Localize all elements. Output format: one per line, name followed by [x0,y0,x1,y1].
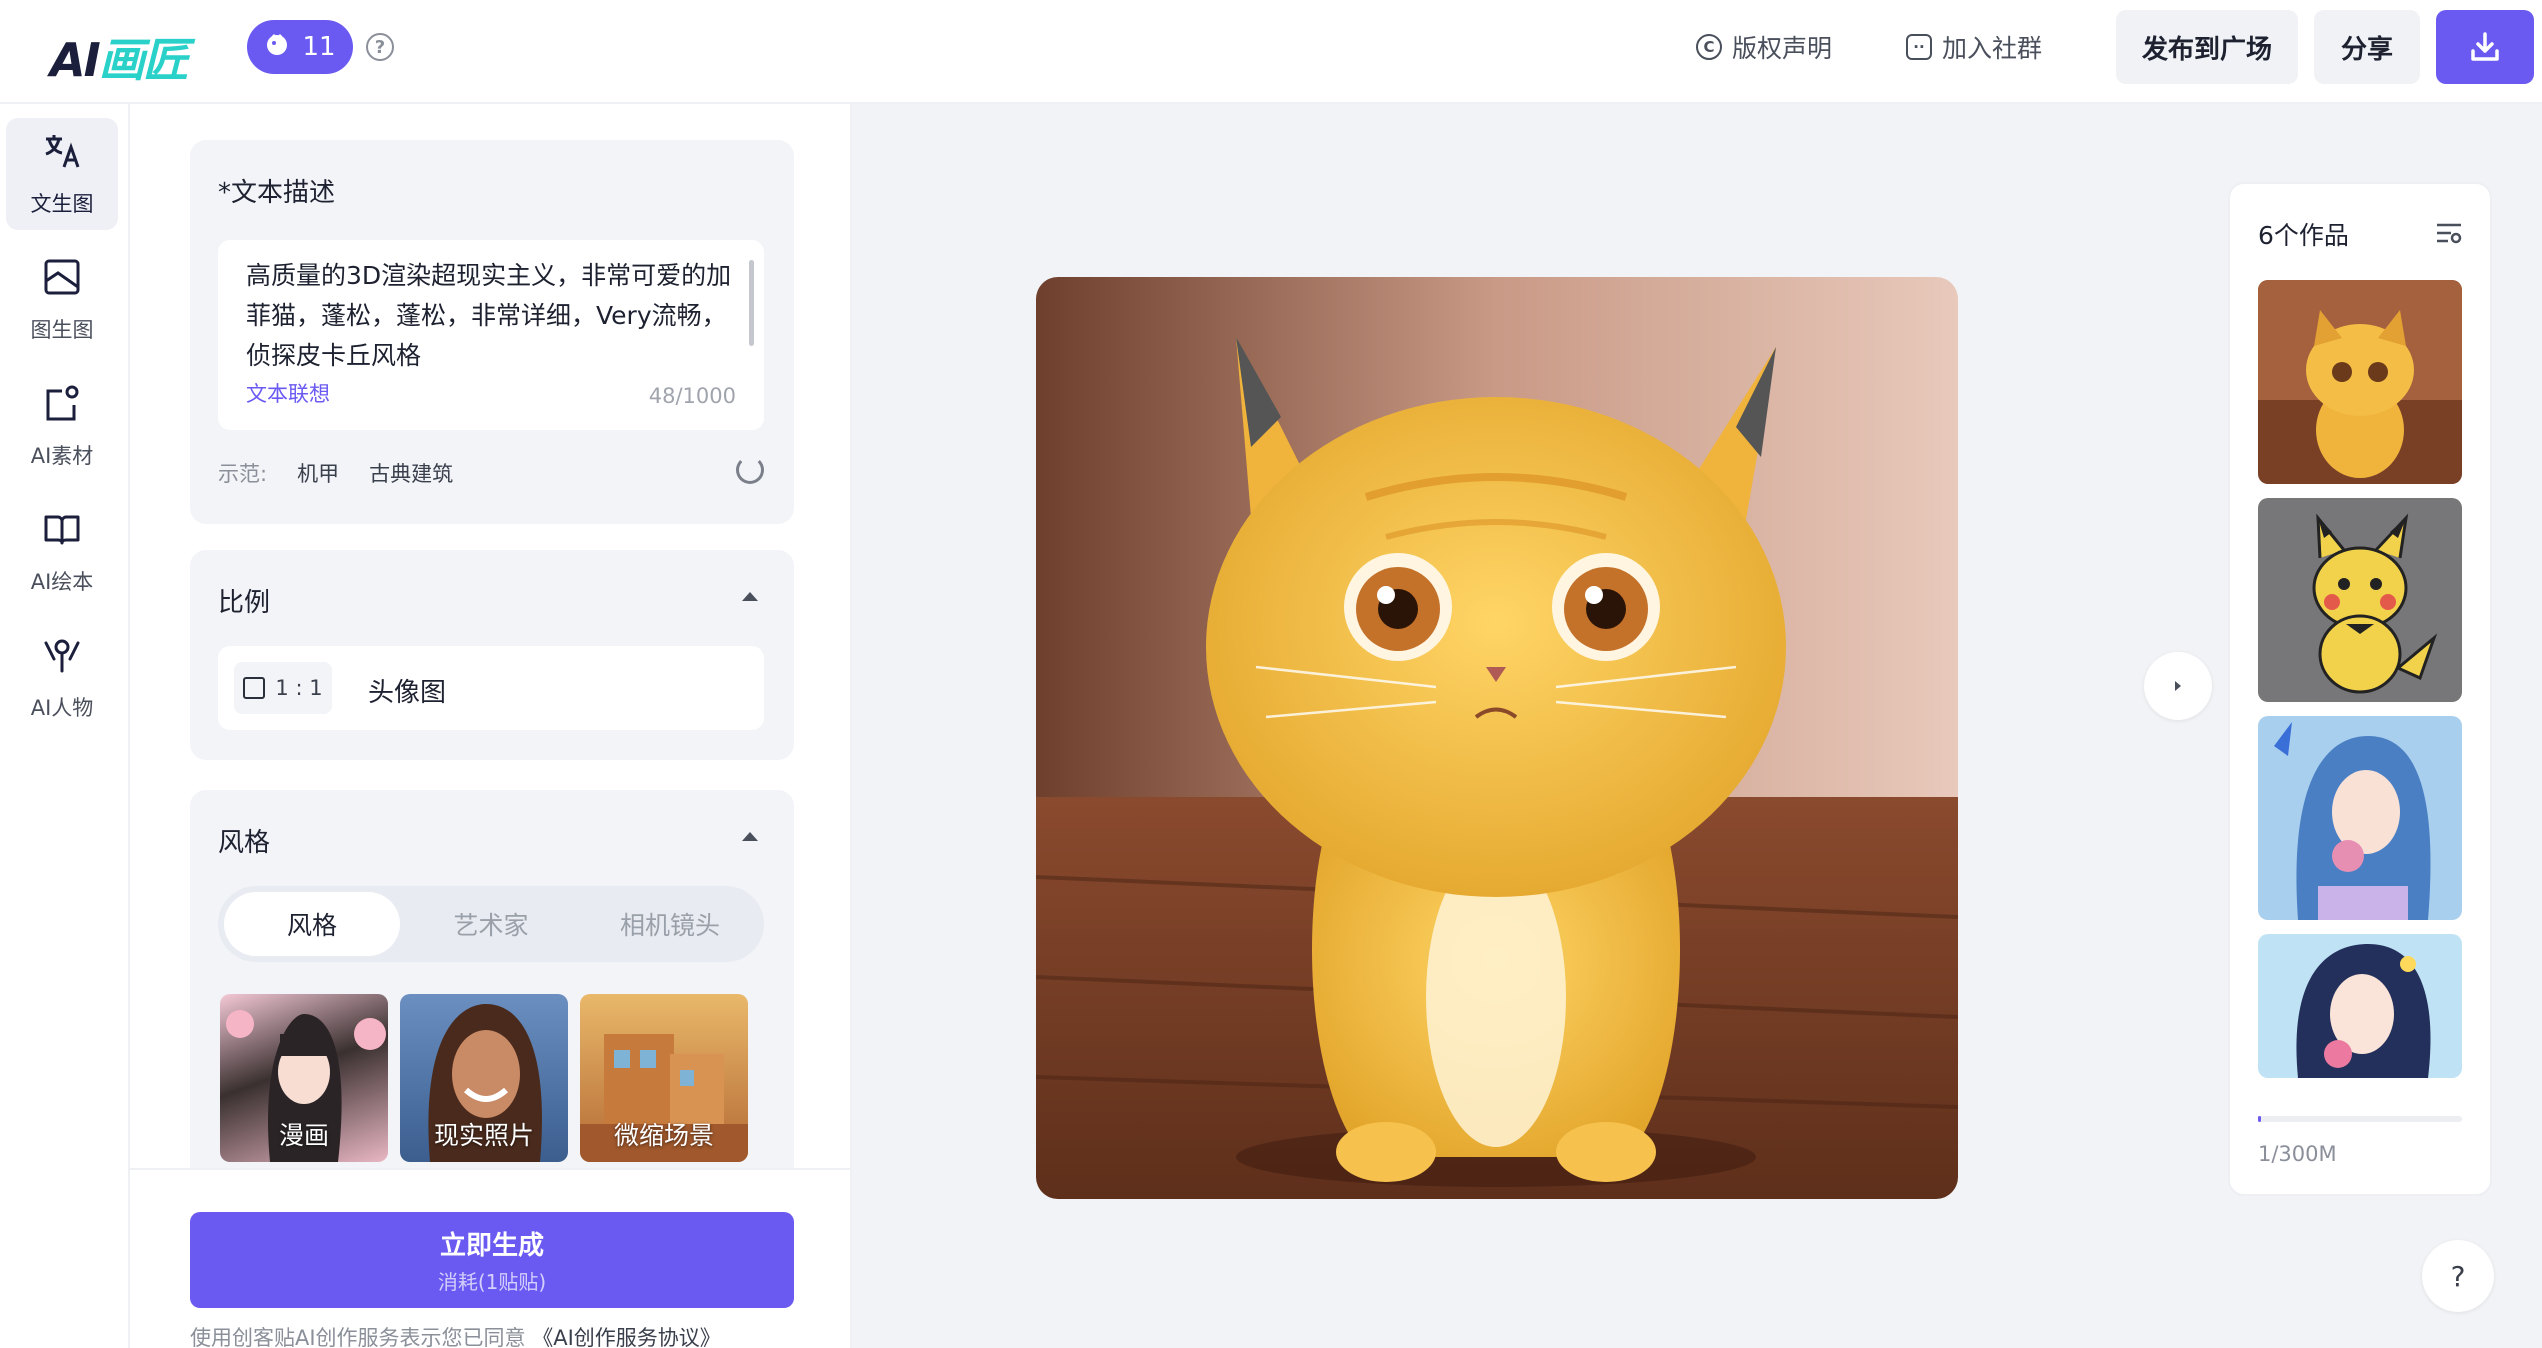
example-prompts: 示范: 机甲 古典建筑 [218,458,453,488]
person-icon [42,635,82,684]
help-button[interactable]: ? [2422,1240,2494,1312]
work-thumbnail-4[interactable] [2258,934,2462,1078]
generated-image[interactable] [1036,277,1958,1199]
rail-label: AI绘本 [30,569,94,594]
rail-item-ai-picture-book[interactable]: AI绘本 [6,496,118,608]
material-icon [42,383,82,432]
download-icon [2471,32,2499,61]
prompt-scrollbar[interactable] [749,260,754,346]
rail-label: 文生图 [30,191,94,216]
prompt-textarea[interactable]: 高质量的3D渲染超现实主义，非常可爱的加菲猫，蓬松，蓬松，非常详细，Very流畅… [218,240,764,430]
work-thumbnail-2[interactable] [2258,498,2462,702]
generate-cost: 消耗(1贴贴) [437,1270,547,1294]
ratio-card: 比例 1 : 1 头像图 [190,550,794,760]
image-to-image-icon [42,257,82,306]
works-count: 6个作品 [2258,221,2349,250]
left-nav-rail: 文生图 图生图 AI素材 AI绘本 AI人物 [0,104,130,1348]
cat-artwork [1036,277,1958,1199]
preview-canvas: 6个作品 1/300M ? [852,104,2542,1348]
join-community-link[interactable]: ·· 加入社群 [1906,26,2042,68]
char-counter: 48/1000 [648,384,736,408]
publish-button[interactable]: 发布到广场 [2116,10,2298,84]
chevron-right-icon [2175,681,2181,691]
style-tab-bar: 风格 艺术家 相机镜头 [218,886,764,962]
style-option-photo[interactable]: 现实照片 [400,994,568,1162]
help-circle-icon[interactable]: ? [366,33,394,61]
top-header: AI画匠 11 ? C 版权声明 ·· 加入社群 发布到广场 分享 [0,0,2542,104]
prompt-text[interactable]: 高质量的3D渲染超现实主义，非常可爱的加菲猫，蓬松，蓬松，非常详细，Very流畅… [246,256,736,376]
ratio-selector[interactable]: 1 : 1 头像图 [218,646,764,730]
style-option-label: 漫画 [278,1121,329,1150]
example-chip-mecha[interactable]: 机甲 [297,458,339,488]
ratio-label: 头像图 [368,678,447,708]
rail-item-image-to-image[interactable]: 图生图 [6,244,118,356]
filter-settings-icon[interactable] [2436,222,2462,244]
square-ratio-icon [243,677,266,699]
work-thumbnail-3[interactable] [2258,716,2462,920]
credits-badge[interactable]: 11 [247,20,353,74]
chat-icon: ·· [1906,34,1932,60]
example-chip-architecture[interactable]: 古典建筑 [369,458,453,488]
community-label: 加入社群 [1942,34,2043,63]
share-button[interactable]: 分享 [2314,10,2420,84]
work-thumbnail-1[interactable] [2258,280,2462,484]
next-image-button[interactable] [2144,652,2212,720]
settings-panel: *文本描述 高质量的3D渲染超现实主义，非常可爱的加菲猫，蓬松，蓬松，非常详细，… [130,104,852,1348]
generate-label: 立即生成 [439,1231,544,1261]
generate-button[interactable]: 立即生成 消耗(1贴贴) [190,1212,794,1308]
rail-label: 图生图 [30,317,94,342]
text-association-link[interactable]: 文本联想 [246,378,330,408]
works-gallery: 6个作品 1/300M [2228,182,2492,1196]
ratio-title: 比例 [218,588,271,618]
rail-label: AI素材 [30,443,94,468]
ratio-tag: 1 : 1 [234,662,332,714]
agreement-text: 使用创客贴AI创作服务表示您已同意 《AI创作服务协议》 [190,1322,721,1348]
rail-label: AI人物 [30,695,94,720]
coin-icon [264,31,290,64]
examples-label: 示范: [218,462,268,486]
agreement-link[interactable]: 《AI创作服务协议》 [532,1326,721,1348]
credits-count: 11 [302,32,336,62]
generate-area: 立即生成 消耗(1贴贴) 使用创客贴AI创作服务表示您已同意 《AI创作服务协议… [130,1168,850,1348]
translate-icon [42,131,82,180]
storage-progress-bar [2258,1116,2462,1122]
prompt-title: *文本描述 [218,178,336,208]
book-icon [42,509,82,558]
ratio-value: 1 : 1 [275,676,323,700]
style-option-label: 现实照片 [433,1121,534,1150]
app-logo[interactable]: AI画匠 [50,24,189,90]
style-card: 风格 风格 艺术家 相机镜头 漫画 现实照片 微缩场景 [190,790,794,1210]
agreement-prefix: 使用创客贴AI创作服务表示您已同意 [190,1326,526,1348]
refresh-icon[interactable] [736,456,764,484]
style-option-miniature[interactable]: 微缩场景 [580,994,748,1162]
collapse-caret-icon[interactable] [742,832,758,841]
storage-progress-fill [2258,1116,2262,1122]
rail-item-text-to-image[interactable]: 文生图 [6,118,118,230]
tab-camera-lens[interactable]: 相机镜头 [582,892,758,956]
style-option-comic[interactable]: 漫画 [220,994,388,1162]
collapse-caret-icon[interactable] [742,592,758,601]
tab-style[interactable]: 风格 [224,892,400,956]
storage-usage: 1/300M [2258,1142,2337,1166]
rail-item-ai-person[interactable]: AI人物 [6,622,118,734]
style-option-label: 微缩场景 [613,1121,714,1150]
copyright-link[interactable]: C 版权声明 [1696,26,1832,68]
tab-artist[interactable]: 艺术家 [403,892,579,956]
rail-item-ai-material[interactable]: AI素材 [6,370,118,482]
style-title: 风格 [218,828,271,858]
prompt-card: *文本描述 高质量的3D渲染超现实主义，非常可爱的加菲猫，蓬松，蓬松，非常详细，… [190,140,794,524]
copyright-label: 版权声明 [1732,34,1833,63]
copyright-icon: C [1696,34,1722,60]
download-button[interactable] [2436,10,2534,84]
